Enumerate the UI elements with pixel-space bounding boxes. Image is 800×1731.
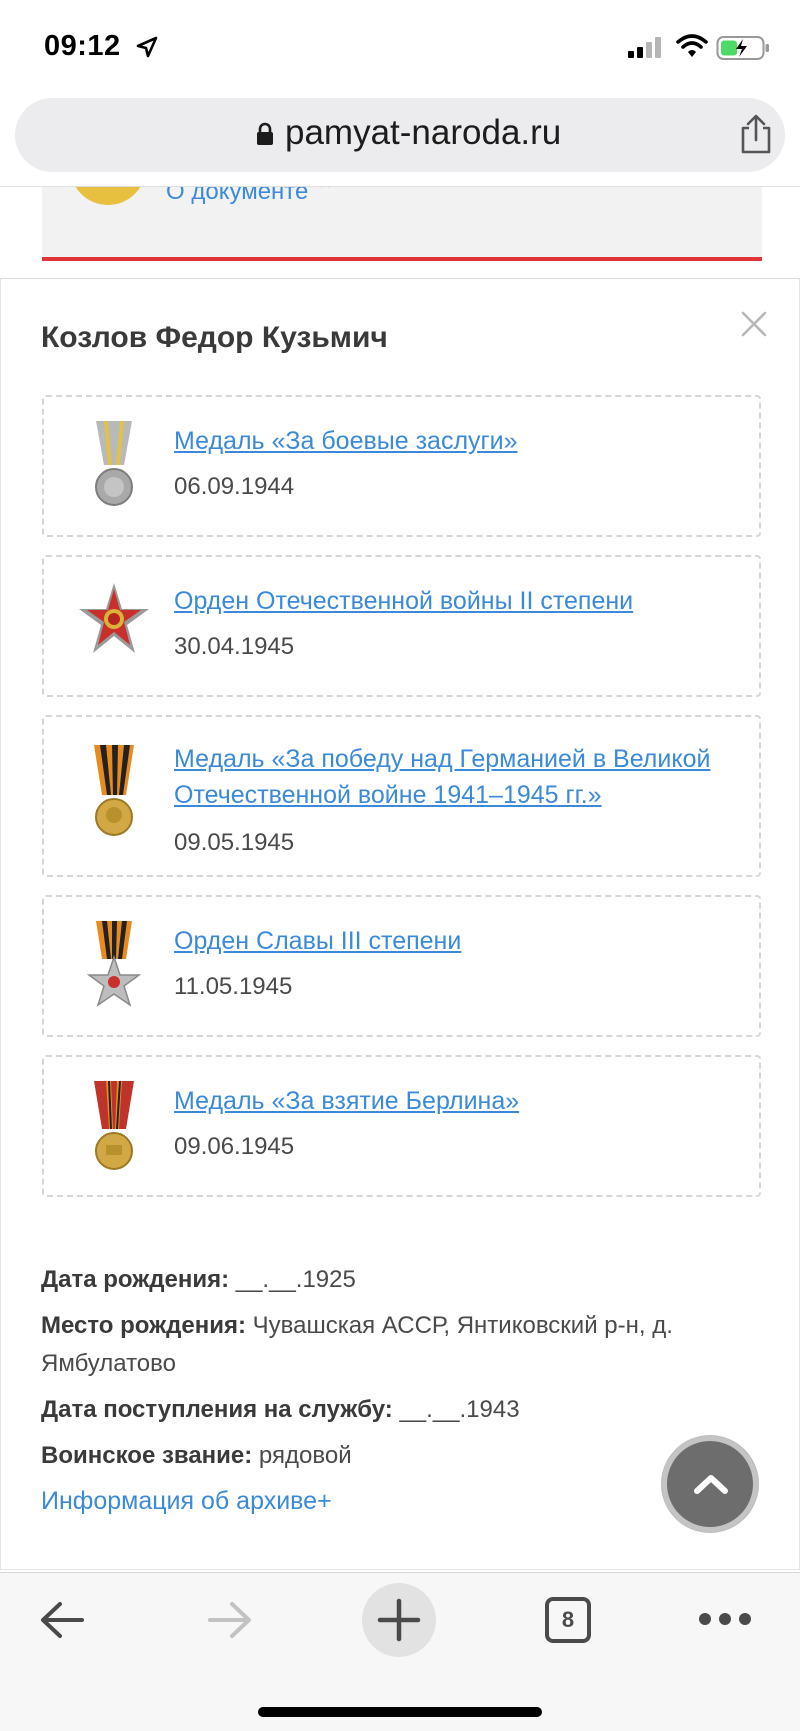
service-date-row: Дата поступления на службу: __.__.1943 — [41, 1391, 761, 1429]
share-icon[interactable] — [739, 114, 773, 154]
award-card: Медаль «За победу над Германией в Велико… — [42, 715, 761, 877]
award-card: Медаль «За взятие Берлина» 09.06.1945 — [42, 1055, 761, 1197]
browser-toolbar: 8 — [0, 1572, 800, 1731]
capture-of-berlin-medal-icon — [94, 1081, 134, 1170]
battery-icon — [716, 36, 769, 60]
background-page: О документе ⌃ — [0, 186, 800, 278]
award-date: 30.04.1945 — [174, 633, 295, 660]
award-title[interactable]: Орден Отечественной войны II степени — [174, 583, 734, 619]
award-date: 06.09.1944 — [174, 473, 295, 500]
birth-place-row: Место рождения: Чувашская АССР, Янтиковс… — [41, 1307, 761, 1383]
award-title[interactable]: Орден Славы III степени — [174, 923, 734, 959]
tabs-icon[interactable]: 8 — [545, 1597, 591, 1643]
about-document-link[interactable]: О документе ⌃ — [166, 187, 335, 206]
plus-icon — [377, 1598, 421, 1642]
combat-merit-medal-icon — [95, 421, 133, 506]
archive-info-link[interactable]: Информация об архиве+ — [41, 1487, 332, 1516]
birth-date-value: __.__.1925 — [229, 1266, 356, 1293]
status-time: 09:12 — [44, 30, 121, 62]
close-icon[interactable] — [739, 309, 769, 339]
new-tab-button[interactable] — [362, 1583, 436, 1657]
document-badge-icon — [70, 187, 146, 205]
award-date: 09.05.1945 — [174, 829, 295, 856]
award-date: 09.06.1945 — [174, 1133, 295, 1160]
person-name: Козлов Федор Кузьмич — [41, 321, 388, 354]
person-modal: Козлов Федор Кузьмич Медаль «За боевые з… — [0, 278, 800, 1570]
birth-place-label: Место рождения: — [41, 1312, 246, 1339]
birth-date-row: Дата рождения: __.__.1925 — [41, 1261, 761, 1299]
victory-over-germany-medal-icon — [94, 745, 134, 836]
more-dots-icon[interactable] — [698, 1611, 752, 1627]
rank-row: Воинское звание: рядовой — [41, 1437, 761, 1475]
award-card: Медаль «За боевые заслуги» 06.09.1944 — [42, 395, 761, 537]
lock-icon — [257, 122, 273, 145]
patriotic-war-order-icon — [79, 583, 149, 653]
status-bar: 09:12 — [0, 0, 800, 90]
home-indicator — [258, 1707, 542, 1717]
award-title[interactable]: Медаль «За взятие Берлина» — [174, 1083, 734, 1119]
scroll-to-top-button[interactable] — [662, 1436, 758, 1532]
signal-icon — [628, 37, 661, 58]
address-bar[interactable]: pamyat-naroda.ru — [15, 98, 785, 172]
service-date-value: __.__.1943 — [392, 1396, 520, 1423]
birth-date-label: Дата рождения: — [41, 1266, 230, 1293]
award-date: 11.05.1945 — [174, 973, 293, 1000]
rank-label: Воинское звание: — [41, 1442, 253, 1469]
wifi-icon — [676, 34, 708, 57]
award-title[interactable]: Медаль «За победу над Германией в Велико… — [174, 741, 734, 813]
tab-count: 8 — [561, 1607, 575, 1632]
chevron-up-icon — [694, 1475, 728, 1494]
service-date-label: Дата поступления на службу: — [41, 1396, 393, 1423]
location-icon — [136, 36, 158, 58]
back-arrow-icon[interactable] — [38, 1599, 86, 1641]
award-card: Орден Славы III степени 11.05.1945 — [42, 895, 761, 1037]
order-of-glory-icon — [86, 921, 142, 1007]
document-card: О документе ⌃ — [42, 187, 762, 261]
award-title[interactable]: Медаль «За боевые заслуги» — [174, 423, 734, 459]
url-text[interactable]: pamyat-naroda.ru — [285, 113, 561, 153]
forward-arrow-icon[interactable] — [206, 1599, 254, 1641]
rank-value: рядовой — [252, 1442, 352, 1469]
award-card: Орден Отечественной войны II степени 30.… — [42, 555, 761, 697]
